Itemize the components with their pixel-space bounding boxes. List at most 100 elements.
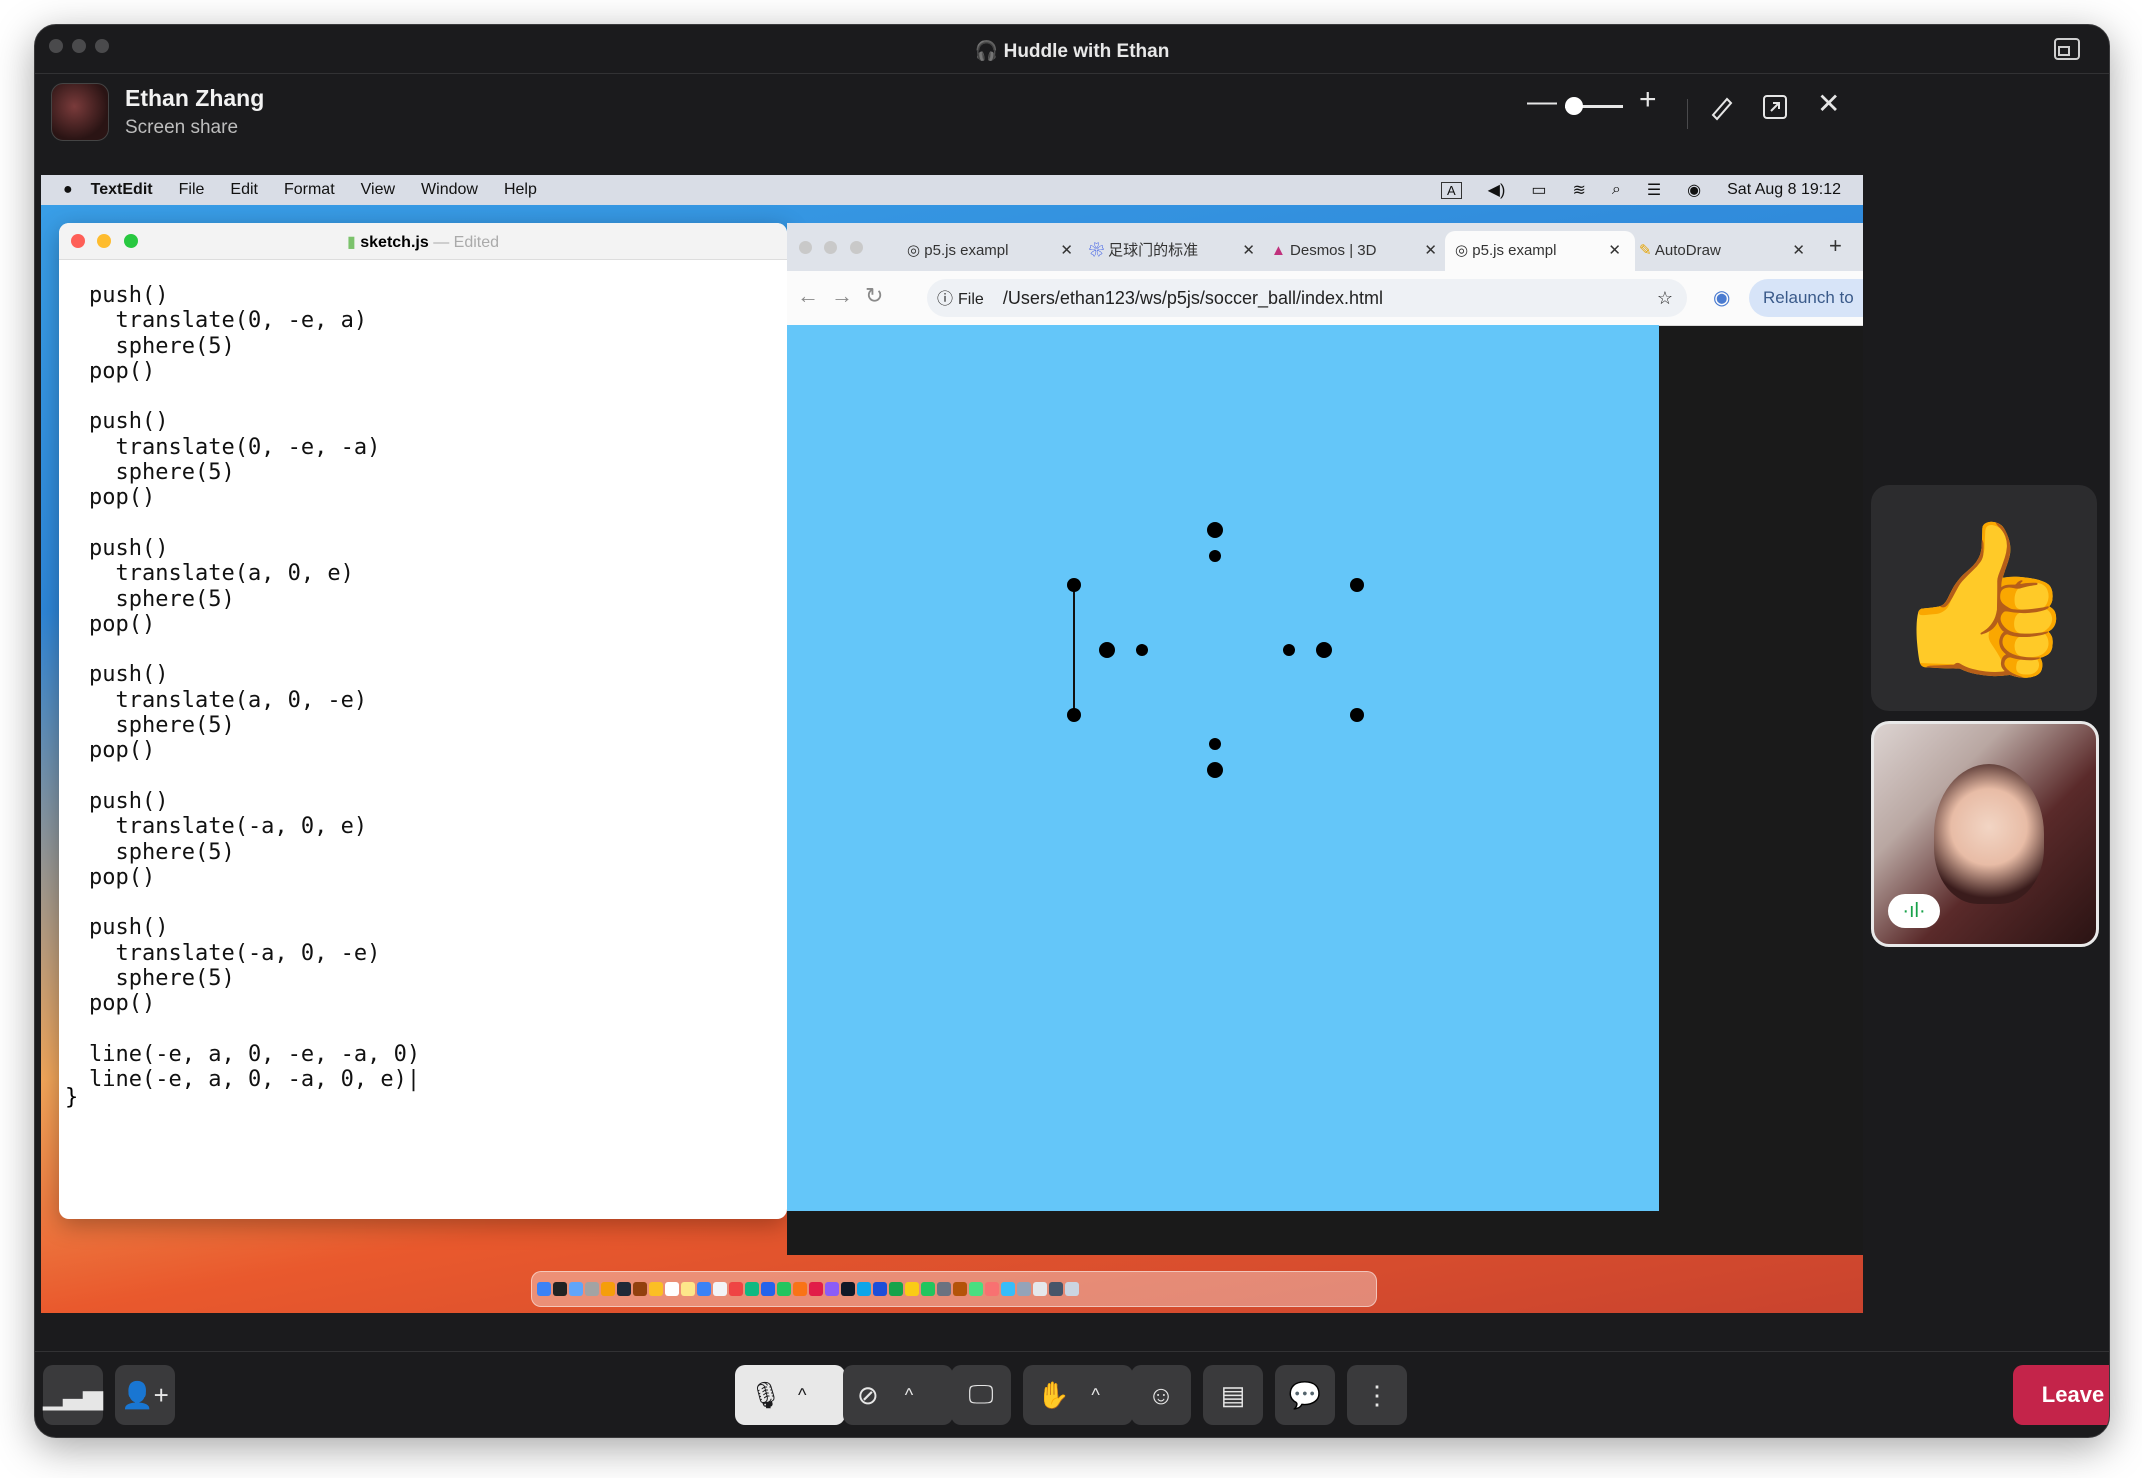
app-icon[interactable]	[937, 1282, 951, 1296]
profile-icon[interactable]: ◉	[1713, 285, 1730, 310]
reload-icon[interactable]: ↻	[865, 283, 883, 309]
url-scheme-chip[interactable]: File	[958, 291, 984, 308]
menu-window[interactable]: Window	[421, 181, 478, 199]
music-icon[interactable]	[809, 1282, 823, 1296]
share-screen-button[interactable]: 🖵	[951, 1365, 1011, 1425]
chevron-up-icon[interactable]: ^	[1091, 1385, 1099, 1406]
input-source-icon[interactable]: A	[1441, 181, 1462, 199]
app-icon[interactable]	[713, 1282, 727, 1296]
mute-button[interactable]: 🎙 ^	[735, 1365, 845, 1425]
control-center-icon[interactable]: ☰	[1647, 180, 1661, 200]
close-icon[interactable]: ✕	[1817, 88, 1840, 119]
chevron-up-icon[interactable]: ^	[798, 1385, 806, 1406]
app-icon[interactable]	[873, 1282, 887, 1296]
raise-hand-button[interactable]: ✋ ^	[1023, 1365, 1133, 1425]
menu-app-name[interactable]: TextEdit	[91, 181, 153, 199]
back-icon[interactable]: ←	[797, 283, 819, 309]
leave-button[interactable]: Leave	[2013, 1365, 2109, 1425]
notes-icon[interactable]	[681, 1282, 695, 1296]
zoom-out-button[interactable]: —	[1527, 85, 1557, 119]
picture-in-picture-button[interactable]	[2053, 35, 2081, 68]
app-icon[interactable]	[633, 1282, 647, 1296]
app-icon[interactable]	[649, 1282, 663, 1296]
app-icon[interactable]	[889, 1282, 903, 1296]
app-icon[interactable]	[1049, 1282, 1063, 1296]
info-icon[interactable]: ⓘ	[937, 291, 953, 308]
podcasts-icon[interactable]	[825, 1282, 839, 1296]
app-icon[interactable]	[745, 1282, 759, 1296]
new-tab-button[interactable]: +	[1829, 233, 1842, 259]
wifi-icon[interactable]: ≋	[1572, 180, 1585, 200]
close-icon[interactable]: ✕	[1242, 231, 1255, 271]
apple-icon[interactable]: ●	[63, 181, 73, 199]
menu-help[interactable]: Help	[504, 181, 537, 199]
trash-icon[interactable]	[1065, 1282, 1079, 1296]
chat-button[interactable]: 💬	[1275, 1365, 1335, 1425]
zoom-slider-handle[interactable]	[1565, 97, 1583, 115]
address-bar[interactable]: ⓘ File /Users/ethan123/ws/p5js/soccer_ba…	[927, 279, 1687, 317]
spotlight-icon[interactable]: ⌕	[1612, 181, 1621, 199]
menu-view[interactable]: View	[361, 181, 395, 199]
bookmark-star-icon[interactable]: ☆	[1657, 279, 1673, 317]
code-closing-brace[interactable]: }	[65, 1085, 78, 1110]
app-icon[interactable]	[697, 1282, 711, 1296]
app-icon[interactable]	[953, 1282, 967, 1296]
settings-icon[interactable]	[585, 1282, 599, 1296]
calendar-icon[interactable]	[665, 1282, 679, 1296]
browser-tab-active[interactable]: ◎ p5.js exampl ✕	[1445, 231, 1635, 271]
menu-format[interactable]: Format	[284, 181, 335, 199]
camera-button[interactable]: ⊘ ^	[843, 1365, 953, 1425]
more-options-button[interactable]: ⋮	[1347, 1365, 1407, 1425]
finder-icon[interactable]	[537, 1282, 551, 1296]
browser-tab[interactable]: ❀ 足球门的标准 ✕	[1079, 231, 1269, 271]
app-icon[interactable]	[617, 1282, 631, 1296]
notes-button[interactable]: ▤	[1203, 1365, 1263, 1425]
app-icon[interactable]	[857, 1282, 871, 1296]
app-icon[interactable]	[793, 1282, 807, 1296]
siri-icon[interactable]: ◉	[1687, 180, 1701, 200]
browser-tab[interactable]: ✎ AutoDraw ✕	[1629, 231, 1819, 271]
terminal-icon[interactable]	[553, 1282, 567, 1296]
forward-icon[interactable]: →	[831, 283, 853, 309]
wechat-icon[interactable]	[921, 1282, 935, 1296]
app-store-icon[interactable]	[569, 1282, 583, 1296]
textedit-window: ▮ sketch.js — Edited push() translate(0,…	[59, 223, 787, 1219]
app-icon[interactable]	[761, 1282, 775, 1296]
menubar-clock[interactable]: Sat Aug 8 19:12	[1727, 181, 1841, 199]
add-people-button[interactable]: 👤+	[115, 1365, 175, 1425]
fullscreen-button[interactable]	[1761, 93, 1789, 126]
volume-icon[interactable]: ◀)	[1488, 180, 1506, 200]
code-editor-text[interactable]: push() translate(0, -e, a) sphere(5) pop…	[89, 283, 420, 1093]
close-icon[interactable]: ✕	[1792, 231, 1805, 271]
app-icon[interactable]	[601, 1282, 615, 1296]
relaunch-button[interactable]: Relaunch to	[1749, 279, 1863, 317]
close-share-button[interactable]: ✕	[1817, 87, 1840, 120]
close-icon[interactable]: ✕	[1424, 231, 1437, 271]
reactions-button[interactable]: ☺	[1131, 1365, 1191, 1425]
app-icon[interactable]	[985, 1282, 999, 1296]
app-icon[interactable]	[841, 1282, 855, 1296]
browser-traffic-lights[interactable]	[799, 241, 863, 259]
browser-tab[interactable]: ◎ p5.js exampl ✕	[897, 231, 1087, 271]
close-icon[interactable]: ✕	[1608, 231, 1621, 271]
menu-edit[interactable]: Edit	[230, 181, 258, 199]
battery-icon[interactable]: ▭	[1531, 180, 1546, 200]
participant-video-tile[interactable]: ·ıl·	[1871, 721, 2099, 947]
messages-icon[interactable]	[777, 1282, 791, 1296]
menu-file[interactable]: File	[179, 181, 205, 199]
app-icon[interactable]	[905, 1282, 919, 1296]
app-icon[interactable]	[1001, 1282, 1015, 1296]
zoom-in-button[interactable]: +	[1639, 83, 1657, 117]
mac-menubar: ● TextEdit File Edit Format View Window …	[41, 175, 1863, 205]
draw-button[interactable]	[1707, 93, 1735, 126]
chevron-up-icon[interactable]: ^	[905, 1385, 913, 1406]
url-text[interactable]: /Users/ethan123/ws/p5js/soccer_ball/inde…	[1003, 288, 1383, 308]
browser-tab[interactable]: ▲ Desmos | 3D ✕	[1261, 231, 1451, 271]
close-icon[interactable]: ✕	[1060, 231, 1073, 271]
app-icon[interactable]	[1017, 1282, 1031, 1296]
p5-canvas[interactable]	[787, 325, 1659, 1211]
app-icon[interactable]	[729, 1282, 743, 1296]
chrome-icon[interactable]	[969, 1282, 983, 1296]
connection-stats-button[interactable]: ▁▃▅	[43, 1365, 103, 1425]
app-icon[interactable]	[1033, 1282, 1047, 1296]
